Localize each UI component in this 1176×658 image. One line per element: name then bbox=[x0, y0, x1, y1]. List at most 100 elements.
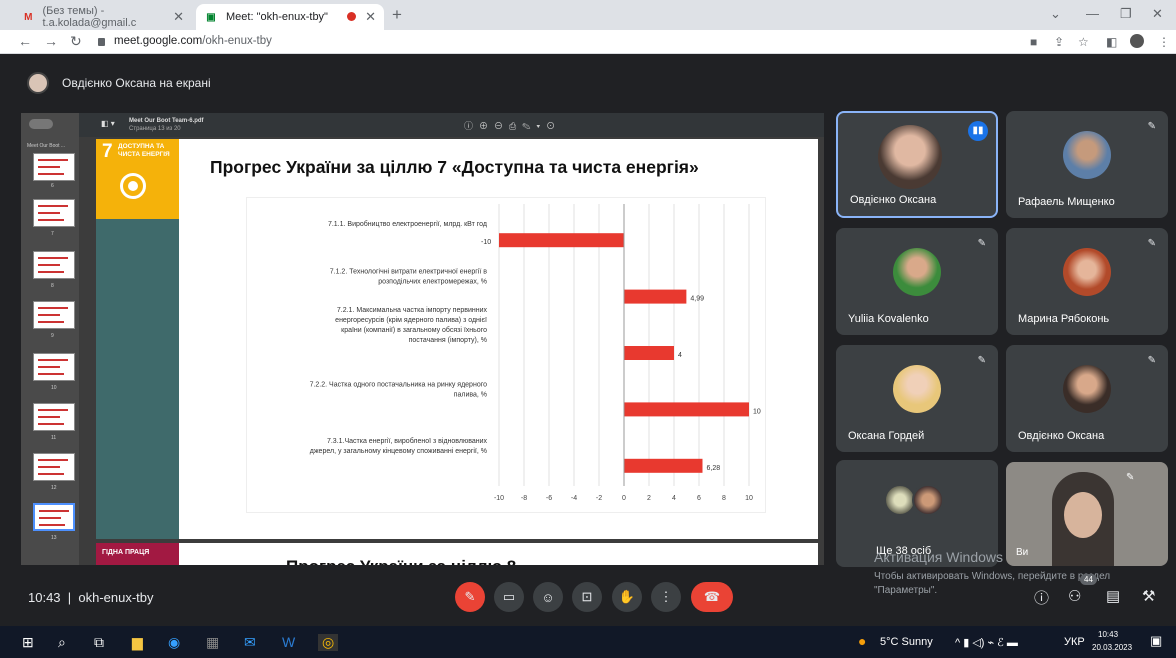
file-explorer-icon[interactable]: ▆ bbox=[132, 634, 143, 651]
pdf-thumbnail[interactable] bbox=[33, 199, 75, 227]
participant-tile[interactable]: ✎ Овдієнко Оксана bbox=[1006, 345, 1168, 452]
pdf-thumbnail[interactable] bbox=[33, 403, 75, 431]
back-arrow-icon[interactable]: ← bbox=[18, 33, 32, 49]
emoji-icon: ☺ bbox=[541, 589, 555, 605]
chrome-icon[interactable]: ◎ bbox=[318, 634, 339, 651]
url-path: /okh-enux-tby bbox=[202, 35, 272, 47]
raise-hand-button[interactable]: ✋ bbox=[612, 582, 642, 612]
participant-name: Рафаель Мищенко bbox=[1018, 196, 1115, 208]
pdf-thumbnail[interactable] bbox=[33, 251, 75, 279]
avatar bbox=[1063, 365, 1111, 413]
x-tick-label: 4 bbox=[672, 495, 676, 502]
sdg8-badge: ГІДНА ПРАЦЯ bbox=[96, 543, 179, 565]
tab-gmail-title: (Без темы) - t.a.kolada@gmail.c bbox=[42, 5, 137, 29]
profile-avatar[interactable] bbox=[1130, 34, 1144, 48]
category-label-line: 7.2.2. Частка одного постачальника на ри… bbox=[310, 381, 488, 388]
thumb-header: Meet Our Boot ... bbox=[27, 143, 66, 149]
participant-tile[interactable]: ✎ Оксана Гордей bbox=[836, 345, 998, 452]
pdf-thumbnail[interactable] bbox=[33, 301, 75, 329]
chevron-down-icon[interactable]: ⌄ bbox=[1050, 6, 1061, 22]
present-button[interactable]: ⊡ bbox=[572, 582, 602, 612]
sidebar-toggle-icon[interactable]: ◧ ▾ bbox=[101, 119, 115, 128]
pdf-thumbnail[interactable] bbox=[33, 153, 75, 181]
leave-call-button[interactable]: ☎ bbox=[691, 582, 733, 612]
bar bbox=[499, 233, 624, 248]
toggle-icon[interactable] bbox=[29, 119, 53, 129]
sidepanel-icon[interactable]: ◧ bbox=[1106, 35, 1117, 49]
info-icon[interactable]: ⓘ bbox=[1034, 587, 1049, 608]
data-label: 6,28 bbox=[707, 465, 721, 472]
camera-indicator-icon[interactable]: ■ bbox=[1030, 35, 1037, 49]
hand-icon: ✋ bbox=[618, 589, 636, 604]
more-options-button[interactable]: ⋮ bbox=[651, 582, 681, 612]
category-label-line: 7.3.1.Частка енергії, виробленої з відно… bbox=[327, 437, 488, 445]
browser-menu-icon[interactable]: ⋮ bbox=[1158, 35, 1170, 49]
windows-start-icon[interactable]: ⊞ bbox=[22, 634, 34, 651]
participant-tile[interactable]: ✎ Рафаель Мищенко bbox=[1006, 111, 1168, 218]
people-icon[interactable]: ⚇ bbox=[1068, 587, 1081, 605]
bar bbox=[624, 402, 749, 417]
participant-tile[interactable]: ✎ Yuliia Kovalenko bbox=[836, 228, 998, 335]
close-window-button[interactable]: ✕ bbox=[1152, 6, 1163, 22]
share-icon[interactable]: ⇪ bbox=[1054, 35, 1064, 49]
tab-meet-title: Meet: "okh-enux-tby" bbox=[226, 11, 328, 23]
participant-name: Овдієнко Оксана bbox=[1018, 430, 1105, 442]
url-field[interactable]: meet.google.com/okh-enux-tby bbox=[114, 35, 272, 47]
pdf-thumbnail[interactable] bbox=[33, 453, 75, 481]
store-icon[interactable]: ▦ bbox=[206, 634, 219, 651]
reload-icon[interactable]: ↻ bbox=[70, 33, 82, 50]
mic-toggle-button[interactable]: ✎ bbox=[455, 582, 485, 612]
reactions-button[interactable]: ☺ bbox=[533, 582, 563, 612]
notifications-icon[interactable]: ▣ bbox=[1150, 633, 1162, 649]
category-label-line: постачання (імпорту), % bbox=[409, 336, 487, 344]
pdf-tools-icons[interactable]: ⓘ⊕⊖⎙✎▾⊙ bbox=[464, 119, 561, 132]
chat-icon[interactable]: ▤ bbox=[1106, 587, 1120, 605]
mic-off-icon: ✎ bbox=[1126, 472, 1135, 483]
tab-meet[interactable]: ▣ Meet: "okh-enux-tby" ✕ bbox=[196, 4, 384, 30]
avatar bbox=[1063, 248, 1111, 296]
bookmark-star-icon[interactable]: ☆ bbox=[1078, 35, 1089, 49]
data-label: 4 bbox=[678, 352, 682, 359]
participants-count-badge: 44 bbox=[1080, 574, 1097, 585]
thumb-page-number: 6 bbox=[51, 183, 54, 189]
avatar bbox=[1063, 131, 1111, 179]
pdf-file-name: Meet Our Boot Team-6.pdf bbox=[129, 118, 204, 124]
slide-title: Прогрес України за ціллю 7 «Доступна та … bbox=[210, 157, 699, 177]
phone-hangup-icon: ☎ bbox=[703, 589, 721, 604]
maximize-button[interactable]: ❐ bbox=[1120, 6, 1132, 22]
close-tab-icon[interactable]: ✕ bbox=[365, 9, 376, 25]
mail-icon[interactable]: ✉ bbox=[244, 634, 256, 651]
participant-tile[interactable]: ✎ Марина Рябоконь bbox=[1006, 228, 1168, 335]
clock-time[interactable]: 10:43 bbox=[1098, 630, 1118, 639]
x-tick-label: -6 bbox=[546, 495, 552, 502]
new-tab-button[interactable]: + bbox=[392, 5, 402, 25]
x-tick-label: 10 bbox=[745, 495, 753, 502]
bar-chart: -10 -8 -6 -4 -2 0 2 4 6 8 10 -10 7.1.1. Виробництво … bbox=[310, 204, 761, 502]
shared-screen[interactable]: Meet Our Boot ... 6 7 8 9 10 11 12 13 ◧ … bbox=[21, 113, 824, 565]
camera-toggle-button[interactable]: ▭ bbox=[494, 582, 524, 612]
x-tick-label: 2 bbox=[647, 495, 651, 502]
tab-gmail[interactable]: M (Без темы) - t.a.kolada@gmail.c ✕ bbox=[14, 4, 192, 30]
task-view-icon[interactable]: ⧉ bbox=[94, 634, 104, 651]
pdf-toolbar: ◧ ▾ Meet Our Boot Team-6.pdf Страница 13… bbox=[79, 113, 824, 137]
close-tab-icon[interactable]: ✕ bbox=[173, 9, 184, 25]
category-label-line: енергоресурсів (крім ядерного палива) з … bbox=[335, 316, 487, 324]
language-indicator[interactable]: УКР bbox=[1064, 636, 1085, 648]
pdf-thumbnail[interactable] bbox=[33, 353, 75, 381]
forward-arrow-icon[interactable]: → bbox=[44, 33, 58, 49]
weather-text[interactable]: 5°C Sunny bbox=[880, 636, 933, 648]
tray-icons[interactable]: ^ ▮ ◁) ⌁ ℰ ▬ bbox=[955, 636, 1018, 649]
self-video-tile[interactable]: ✎ Ви bbox=[1006, 462, 1168, 566]
clock-date[interactable]: 20.03.2023 bbox=[1092, 643, 1132, 652]
category-label: 7.3.1.Частка енергії, виробленої з відно… bbox=[310, 437, 488, 455]
avatar bbox=[893, 365, 941, 413]
edge-icon[interactable]: ◉ bbox=[168, 634, 180, 651]
word-icon[interactable]: W bbox=[282, 634, 295, 650]
participant-tile[interactable]: ▮▮ Овдієнко Оксана bbox=[836, 111, 998, 218]
search-icon[interactable]: ⌕ bbox=[58, 634, 66, 651]
activities-icon[interactable]: ⚒ bbox=[1142, 587, 1155, 605]
pdf-page-label: Страница 13 из 20 bbox=[129, 126, 181, 132]
minimize-button[interactable]: — bbox=[1086, 6, 1099, 21]
sdg7-badge: 7 ДОСТУПНА ТА ЧИСТА ЕНЕРГІЯ bbox=[96, 139, 179, 219]
pdf-thumbnail-selected[interactable] bbox=[33, 503, 75, 531]
